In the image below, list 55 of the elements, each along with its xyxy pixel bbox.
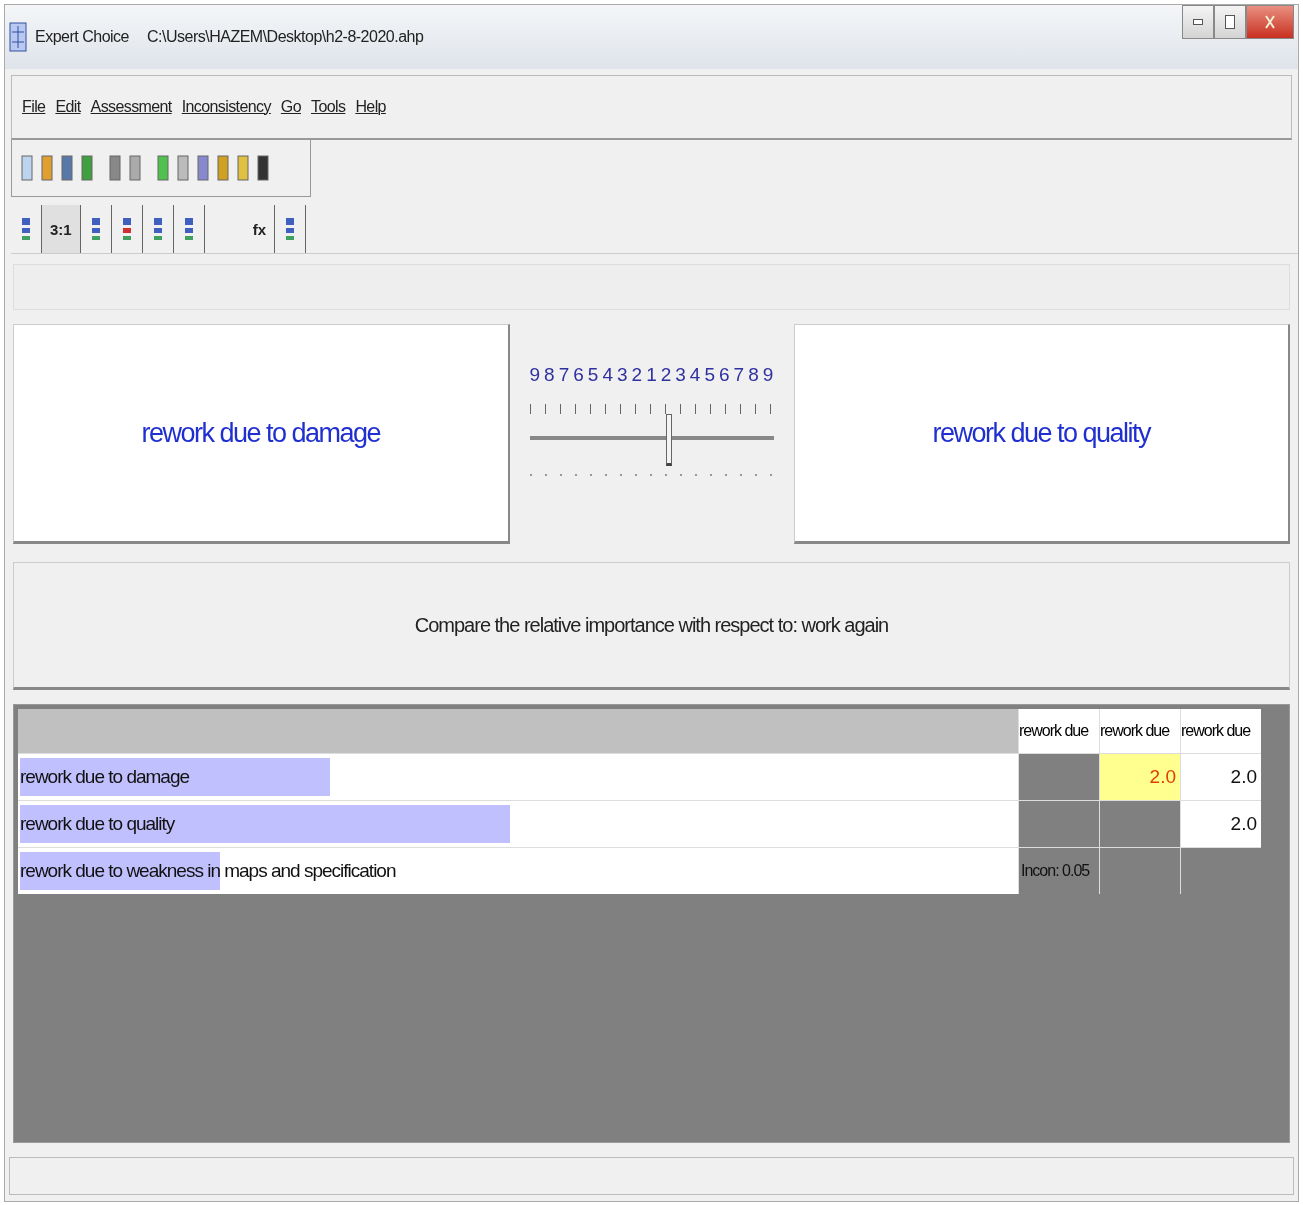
row-name[interactable]: rework due to quality [18,813,175,835]
column-header: rework due [1100,709,1180,753]
matrix-cell[interactable] [1019,801,1099,847]
scale-number[interactable]: 5 [587,364,599,386]
scale-number[interactable]: 5 [704,364,715,386]
scale-number[interactable]: 8 [748,364,759,386]
matrix-cell[interactable]: 2.0 [1181,801,1261,847]
column-header: rework due [1181,709,1261,753]
menu-item[interactable]: Inconsistency [181,98,271,116]
app-icon [9,22,27,52]
row-name[interactable]: rework due to damage [18,766,190,788]
scale-number[interactable]: 4 [602,364,613,386]
scale-number[interactable]: 3 [616,364,628,386]
scale-number[interactable]: 1 [646,364,657,386]
matrix-cell[interactable]: 2.0 [1100,754,1180,800]
menu-item[interactable]: Edit [55,98,81,116]
slider-thumb[interactable] [665,414,672,466]
matrix-cell[interactable]: 2.0 [1181,754,1261,800]
tab-icon [19,215,33,243]
matrix-cell[interactable] [1019,754,1099,800]
scale-number[interactable]: 3 [675,364,686,386]
restore-icon [1225,15,1235,29]
matrix-cell[interactable]: Incon: 0.05 [1019,848,1099,894]
comparison-prompt: Compare the relative importance with respect to: work again [414,613,889,637]
scale-number[interactable]: 4 [689,364,701,386]
column-header: rework due [1019,709,1099,753]
scale-number[interactable]: 7 [733,364,745,386]
toolbar-icon[interactable] [256,153,270,183]
close-icon [1265,15,1275,29]
matrix-cell[interactable] [1100,801,1180,847]
maximize-button[interactable] [1214,5,1246,39]
scale-number[interactable]: 9 [529,364,541,386]
right-element-name: rework due to quality [932,417,1151,449]
matrix-cell[interactable] [1100,848,1180,894]
scale-number[interactable]: 8 [544,364,555,386]
window-title: Expert Choice [35,28,129,46]
minimize-button[interactable] [1182,5,1214,39]
file-path: C:\Users\HAZEM\Desktop\h2-8-2020.ahp [147,28,424,46]
menu-item[interactable]: Go [280,98,301,116]
scale-number[interactable]: 7 [558,364,570,386]
view-tab[interactable]: fx [244,205,276,253]
scale-number[interactable]: 9 [762,364,774,386]
menu-item[interactable]: Assessment [90,98,172,116]
close-button[interactable] [1246,5,1294,39]
row-name[interactable]: rework due to weakness in maps and specification [18,860,396,882]
scale-number[interactable]: 2 [631,364,643,386]
minimize-icon [1193,19,1203,25]
left-element-name: rework due to damage [141,417,381,449]
menu-item[interactable]: Tools [311,98,346,116]
menu-item[interactable]: File [22,98,46,116]
scale-number[interactable]: 2 [660,364,672,386]
view-tab[interactable]: 3:1 [42,205,81,253]
scale-number[interactable]: 6 [719,364,730,386]
scale-number[interactable]: 6 [573,364,584,386]
menu-item[interactable]: Help [355,98,386,116]
